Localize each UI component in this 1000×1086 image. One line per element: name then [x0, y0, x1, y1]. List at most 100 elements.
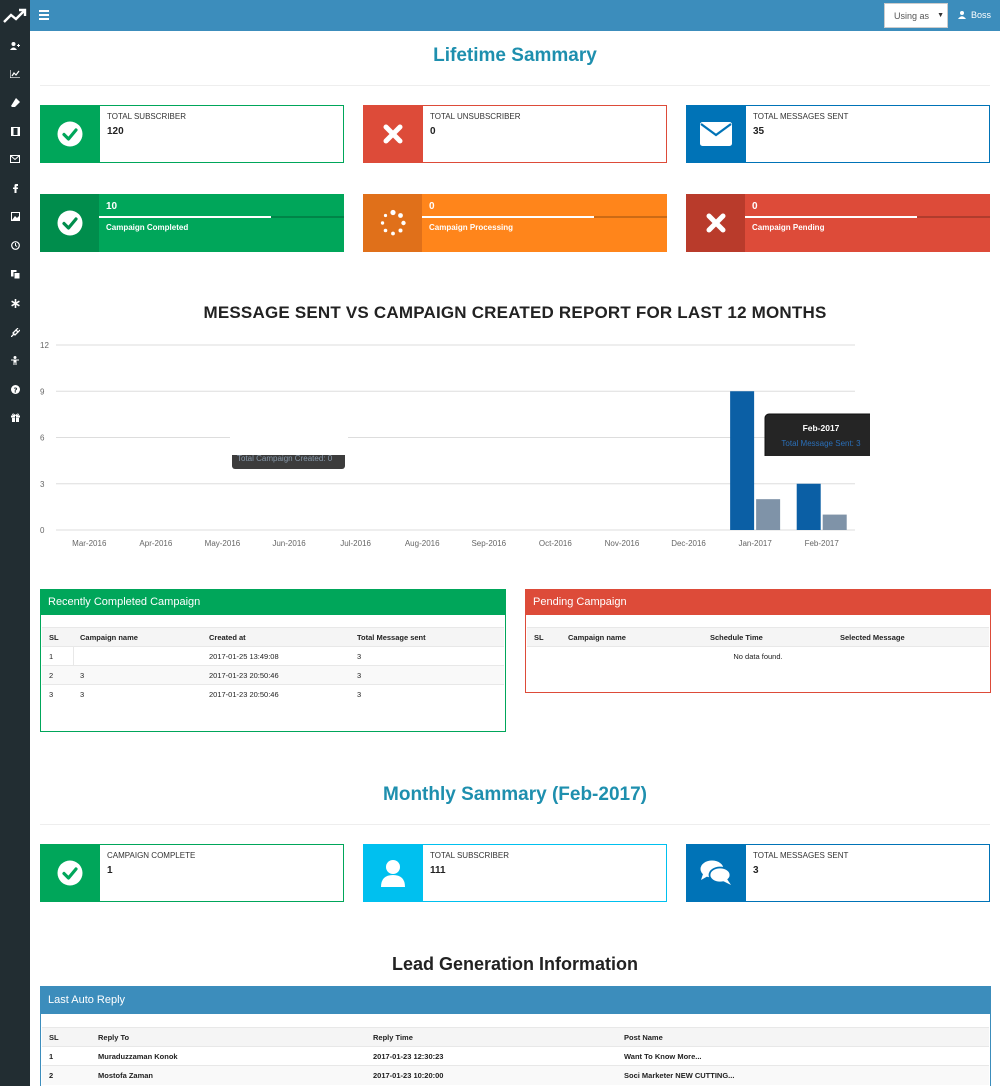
user-menu[interactable]: Boss: [958, 10, 991, 20]
sidebar-item-plugins[interactable]: [0, 321, 30, 343]
table-cell: 3: [42, 684, 73, 704]
person-icon: [11, 355, 19, 365]
box-text: Campaign Completed: [106, 223, 189, 232]
column-header: Post Name: [617, 1027, 989, 1047]
x-tick-label: Feb-2017: [805, 539, 840, 548]
sidebar-item-gallery[interactable]: [0, 205, 30, 227]
topbar: Using as ▼ Boss: [30, 0, 1000, 31]
y-tick-label: 12: [40, 341, 49, 350]
x-tick-label: Mar-2016: [72, 539, 107, 548]
table-row: 2 Mostofa Zaman 2017-01-23 10:20:00 Soci…: [42, 1065, 989, 1085]
envelope-icon: [10, 155, 20, 163]
progress-fill: [99, 216, 271, 218]
table-cell: 2: [42, 665, 73, 685]
panel-title: Last Auto Reply: [41, 987, 990, 1014]
sidebar-item-settings[interactable]: [0, 292, 30, 314]
times-icon: [686, 194, 745, 252]
monthly-total-messages-box: TOTAL MESSAGES SENT 3: [686, 844, 990, 902]
table-row: 1 Muraduzzaman Konok 2017-01-23 12:30:23…: [42, 1046, 989, 1066]
progress-bar: [745, 216, 990, 218]
x-tick-label: Jan-2017: [738, 539, 772, 548]
add-user-icon: [10, 42, 20, 50]
total-messages-sent-box: TOTAL MESSAGES SENT 35: [686, 105, 990, 163]
table-cell: Soci Marketer NEW CUTTING...: [617, 1065, 989, 1085]
divider: [40, 85, 990, 86]
column-header: SL: [42, 627, 73, 647]
x-tick-label: May-2016: [205, 539, 241, 548]
column-header: Reply Time: [366, 1027, 617, 1047]
campaign-completed-box: 10 Campaign Completed: [40, 194, 344, 252]
tooltip-line: Total Message Sent: 3: [781, 439, 861, 448]
using-as-label: Using as: [894, 11, 930, 21]
x-tick-label: Aug-2016: [405, 539, 440, 548]
table-cell: Muraduzzaman Konok: [91, 1046, 366, 1066]
table-cell: 1: [42, 646, 73, 666]
completed-campaign-panel: Recently Completed Campaign SL Campaign …: [40, 589, 506, 732]
x-tick-label: Jul-2016: [340, 539, 371, 548]
progress-bar: [422, 216, 667, 218]
y-tick-label: 0: [40, 526, 45, 535]
monthly-title: Monthly Sammary (Feb-2017): [383, 784, 647, 805]
plug-icon: [10, 327, 20, 337]
table-cell: [72, 646, 202, 666]
pending-campaign-panel: Pending Campaign SL Campaign name Schedu…: [525, 589, 991, 693]
box-number: 0: [429, 201, 435, 212]
campaign-processing-box: 0 Campaign Processing: [363, 194, 667, 252]
chart-line-icon: [10, 70, 20, 78]
box-value: 120: [107, 126, 124, 137]
sidebar-item-media[interactable]: [0, 120, 30, 142]
y-tick-label: 9: [40, 387, 45, 396]
sidebar-item-subscribers[interactable]: [0, 35, 30, 57]
box-label: TOTAL UNSUBSCRIBER: [430, 112, 521, 121]
box-text: Campaign Pending: [752, 223, 825, 232]
completed-table: SL Campaign name Created at Total Messag…: [42, 627, 504, 704]
table-cell: 3: [73, 665, 202, 685]
sidebar-item-users[interactable]: [0, 349, 30, 371]
table-cell: 2017-01-23 12:30:23: [366, 1046, 617, 1066]
user-icon: [363, 844, 423, 902]
chart-title: MESSAGE SENT VS CAMPAIGN CREATED REPORT …: [203, 303, 827, 322]
sidebar-item-reports[interactable]: [0, 63, 30, 85]
using-as-select[interactable]: Using as ▼: [884, 3, 948, 28]
box-label: CAMPAIGN COMPLETE: [107, 851, 196, 860]
envelope-icon: [686, 105, 746, 163]
bar: [756, 499, 781, 530]
sidebar-item-facebook[interactable]: [0, 177, 30, 199]
x-tick-label: Dec-2016: [671, 539, 706, 548]
bar: [730, 391, 755, 530]
sidebar-item-gifts[interactable]: [0, 406, 30, 428]
box-value: 35: [753, 126, 765, 137]
table-cell: 3: [350, 646, 504, 666]
box-label: TOTAL SUBSCRIBER: [107, 112, 186, 121]
column-header: Created at: [202, 627, 350, 647]
facebook-icon: [13, 183, 18, 193]
menu-toggle-icon[interactable]: [39, 10, 49, 20]
sidebar-item-templates[interactable]: [0, 263, 30, 285]
column-header: SL: [42, 1027, 91, 1047]
sidebar-item-schedule[interactable]: [0, 234, 30, 256]
column-header: Campaign name: [73, 627, 202, 647]
x-tick-label: Apr-2016: [139, 539, 172, 548]
box-text: Campaign Processing: [429, 223, 514, 232]
auto-reply-table: SL Reply To Reply Time Post Name 1 Murad…: [42, 1027, 989, 1085]
table-cell: 3: [350, 684, 504, 704]
sidebar-item-messages[interactable]: [0, 148, 30, 170]
sidebar-item-clean[interactable]: [0, 91, 30, 113]
user-name: Boss: [971, 10, 992, 20]
report-chart[interactable]: 0 3 6 9 12 Mar-2016 Apr-2016 May-2016 Jun-2016 Ju…: [30, 335, 870, 557]
clock-icon: [10, 240, 20, 250]
ghost-tooltip-mask: [230, 433, 348, 455]
last-auto-reply-panel: Last Auto Reply SL Reply To Reply Time P…: [40, 986, 991, 1086]
table-cell: 3: [350, 665, 504, 685]
table-cell: 2017-01-25 13:49:08: [202, 646, 350, 666]
sidebar: ?: [0, 0, 30, 1086]
eraser-icon: [10, 97, 20, 107]
campaign-pending-box: 0 Campaign Pending: [686, 194, 990, 252]
table-row: 1 2017-01-25 13:49:08 3: [42, 646, 504, 666]
x-tick-label: Jun-2016: [272, 539, 306, 548]
box-label: TOTAL MESSAGES SENT: [753, 851, 849, 860]
progress-fill: [422, 216, 594, 218]
y-tick-label: 6: [40, 434, 45, 443]
brand-logo[interactable]: [0, 0, 30, 31]
sidebar-item-help[interactable]: ?: [0, 378, 30, 400]
